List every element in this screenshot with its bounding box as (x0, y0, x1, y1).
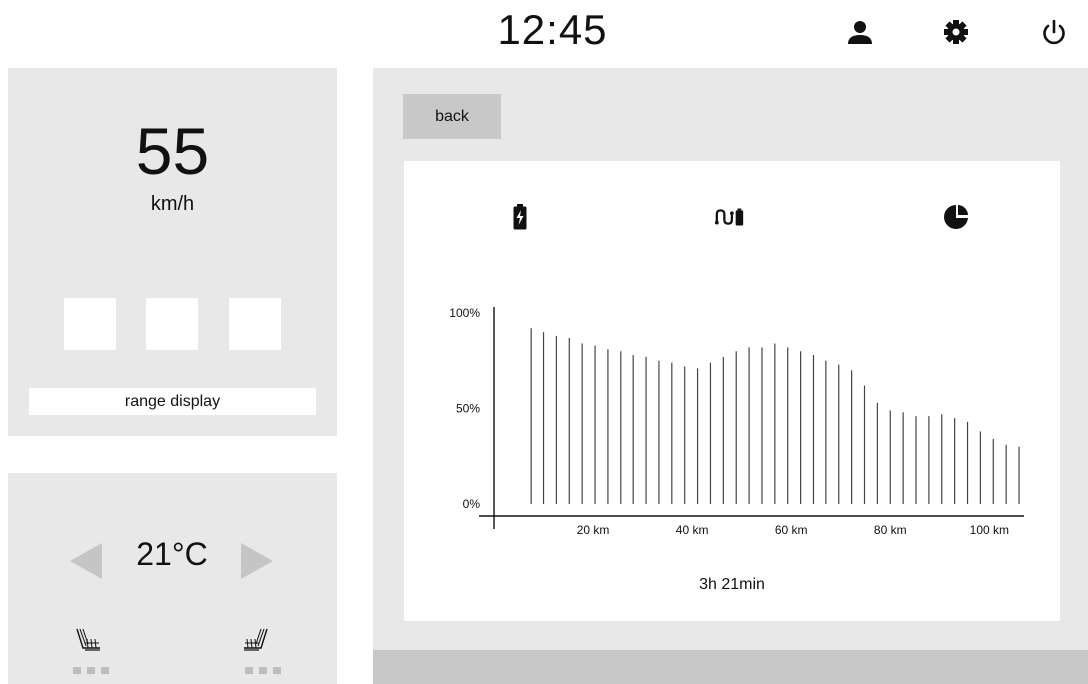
bottom-bar (373, 650, 1088, 684)
mode-button-2[interactable] (146, 298, 198, 350)
range-display[interactable]: range display (29, 388, 316, 415)
x-tick-label: 40 km (676, 523, 709, 537)
seat-heating-right-level (245, 667, 281, 674)
power-icon[interactable] (1036, 14, 1072, 50)
seat-heating-left-button[interactable] (70, 626, 114, 674)
seat-heating-left-level (73, 667, 109, 674)
trip-duration: 3h 21min (699, 576, 765, 593)
x-tick-label: 20 km (577, 523, 610, 537)
y-tick-label: 100% (449, 306, 480, 320)
seat-heating-left-icon (76, 628, 100, 651)
speed-value: 55 (135, 114, 210, 188)
seat-heating-right-button[interactable] (234, 626, 281, 674)
mode-button-3[interactable] (229, 298, 281, 350)
temperature-decrease-arrow[interactable] (70, 543, 102, 579)
seat-heating-right-icon (244, 628, 268, 651)
x-tick-label: 100 km (970, 523, 1009, 537)
settings-gear-icon[interactable] (938, 14, 974, 50)
speed-panel: 55 km/h range display (8, 68, 337, 436)
mode-button-1[interactable] (64, 298, 116, 350)
clock-time: 12:45 (497, 6, 608, 53)
y-tick-label: 50% (456, 402, 480, 416)
x-tick-label: 60 km (775, 523, 808, 537)
x-tick-label: 80 km (874, 523, 907, 537)
back-button[interactable]: back (403, 94, 501, 139)
speed-unit: km/h (150, 193, 195, 215)
temperature-value: 21°C (136, 536, 208, 572)
energy-chart-card: 0% 50% 100% 20 km 40 km 60 km 80 km 100 km 3h … (404, 161, 1060, 621)
climate-panel: 21°C (8, 473, 337, 684)
main-panel: back 0% 50% 100% 20 km 40 km 60 km 80 km… (373, 68, 1088, 684)
user-icon[interactable] (842, 14, 878, 50)
energy-consumption-chart: 0% 50% 100% 20 km 40 km 60 km 80 km 100 km (449, 306, 1024, 537)
y-tick-label: 0% (463, 497, 481, 511)
temperature-increase-arrow[interactable] (241, 543, 273, 579)
